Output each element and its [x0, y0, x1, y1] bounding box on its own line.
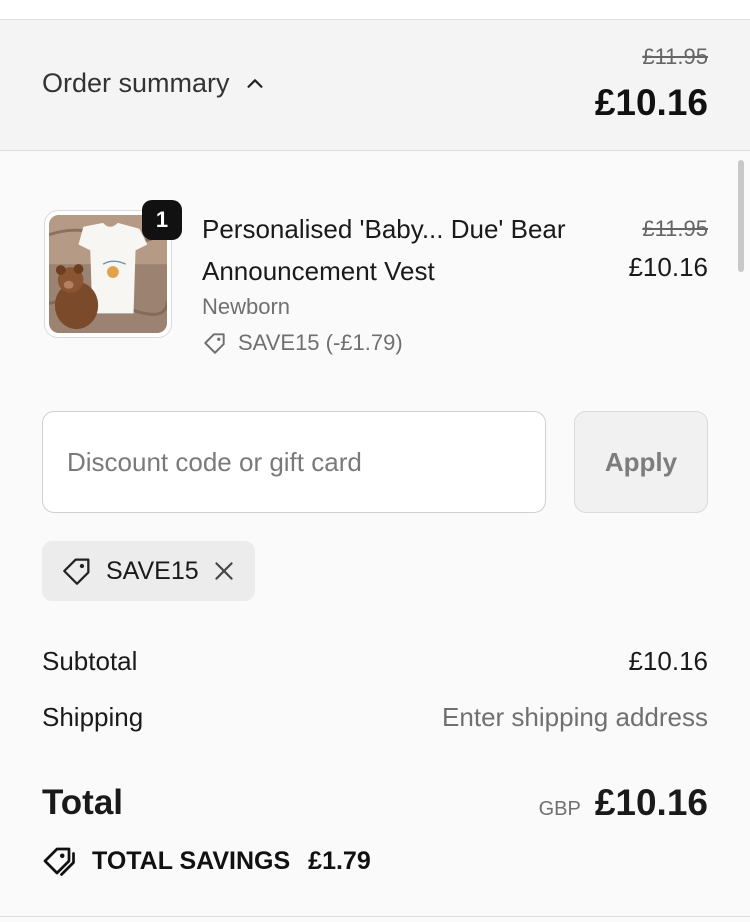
- tag-icon: [204, 333, 225, 354]
- product-discount: SAVE15 (-£1.79): [202, 330, 403, 356]
- total-row: Total GBP £10.16: [42, 782, 708, 824]
- total-label: Total: [42, 783, 124, 822]
- divider: [0, 916, 750, 917]
- subtotal-value: £10.16: [628, 646, 708, 676]
- product-price: £10.16: [628, 252, 708, 282]
- tags-icon: [43, 847, 75, 876]
- applied-discount-code: SAVE15: [106, 556, 199, 585]
- applied-discount-chip: SAVE15: [42, 541, 255, 601]
- total-value: £10.16: [594, 782, 708, 823]
- product-original-price: £11.95: [642, 216, 708, 241]
- total-amount: GBP £10.16: [539, 782, 708, 824]
- product-title: Personalised 'Baby... Due' Bear Announce…: [202, 214, 566, 286]
- discount-code-input[interactable]: [42, 411, 546, 513]
- subtotal-label: Subtotal: [42, 646, 138, 676]
- shipping-label: Shipping: [42, 702, 144, 732]
- shipping-value: Enter shipping address: [442, 702, 708, 732]
- quantity-badge: 1: [142, 200, 182, 240]
- summary-total-price: £10.16: [594, 82, 708, 123]
- total-savings-label: TOTAL SAVINGS: [92, 846, 291, 875]
- product-discount-label: SAVE15 (-£1.79): [238, 330, 403, 355]
- currency-code: GBP: [538, 798, 581, 820]
- summary-original-price: £11.95: [642, 44, 708, 69]
- scrollbar[interactable]: [738, 160, 744, 272]
- apply-discount-button[interactable]: Apply: [574, 411, 708, 513]
- order-summary-toggle[interactable]: Order summary: [42, 68, 266, 99]
- remove-discount-icon[interactable]: [211, 558, 237, 584]
- product-variant: Newborn: [202, 294, 291, 319]
- subtotal-row: Subtotal £10.16: [42, 646, 708, 677]
- order-summary-header[interactable]: Order summary £11.95 £10.16: [0, 20, 750, 151]
- chevron-up-icon: [247, 78, 263, 88]
- tag-icon: [63, 558, 90, 585]
- top-strip: [0, 0, 750, 20]
- shipping-row: Shipping Enter shipping address: [42, 702, 708, 733]
- order-summary-label: Order summary: [42, 68, 230, 98]
- total-savings-value: £1.79: [308, 846, 371, 875]
- total-savings: TOTAL SAVINGS £1.79: [42, 843, 371, 879]
- line-item: 1 Personalised 'Baby... Due' Bear Announ…: [42, 200, 708, 368]
